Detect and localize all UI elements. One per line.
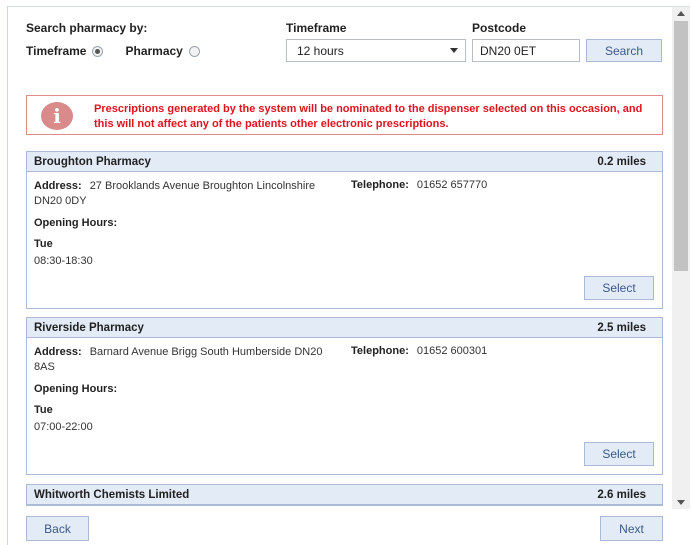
scroll-up-icon[interactable] [677, 11, 685, 16]
search-by-label: Search pharmacy by: [26, 21, 148, 35]
address-label: Address: [34, 180, 82, 192]
pharmacy-card-body: Address: 27 Brooklands Avenue Broughton L… [27, 172, 662, 308]
pharmacy-card-header: Whitworth Chemists Limited 2.6 miles [27, 485, 662, 505]
search-button[interactable]: Search [586, 39, 662, 62]
scroll-down-icon[interactable] [677, 500, 685, 505]
pharmacy-selection-dialog: Search pharmacy by: Timeframe Postcode T… [7, 6, 690, 545]
pharmacy-name: Broughton Pharmacy [34, 155, 151, 168]
pharmacy-card: Whitworth Chemists Limited 2.6 miles [26, 484, 663, 506]
timeframe-select[interactable]: 12 hours [286, 39, 466, 62]
select-pharmacy-button[interactable]: Select [584, 442, 654, 466]
pharmacy-card-header: Riverside Pharmacy 2.5 miles [27, 318, 662, 338]
vertical-scrollbar[interactable] [672, 7, 690, 509]
pharmacy-address: Address: Barnard Avenue Brigg South Humbe… [34, 345, 334, 375]
pharmacy-name: Riverside Pharmacy [34, 321, 144, 334]
warning-banner: i Prescriptions generated by the system … [26, 95, 663, 135]
pharmacy-card: Broughton Pharmacy 0.2 miles Address: 27 … [26, 151, 663, 309]
chevron-down-icon [450, 48, 458, 53]
opening-hours-label: Opening Hours: [34, 383, 118, 395]
telephone-label: Telephone: [351, 345, 409, 357]
select-pharmacy-button[interactable]: Select [584, 276, 654, 300]
dialog-footer: Back Next [8, 509, 690, 545]
opening-day: Tue [34, 238, 53, 250]
postcode-label: Postcode [472, 21, 527, 35]
opening-hours-label: Opening Hours: [34, 217, 118, 229]
radio-timeframe[interactable] [92, 45, 104, 57]
timeframe-select-value: 12 hours [297, 44, 344, 58]
scrollbar-thumb[interactable] [674, 21, 688, 271]
pharmacy-telephone: Telephone: 01652 600301 [351, 345, 487, 357]
radio-pharmacy[interactable] [188, 45, 200, 57]
pharmacy-telephone: Telephone: 01652 657770 [351, 179, 487, 191]
pharmacy-scroll-area: Search pharmacy by: Timeframe Postcode T… [8, 7, 672, 509]
pharmacy-distance: 0.2 miles [597, 155, 646, 168]
pharmacy-card-header: Broughton Pharmacy 0.2 miles [27, 152, 662, 172]
timeframe-label: Timeframe [286, 21, 347, 35]
radio-timeframe-label: Timeframe [26, 44, 87, 58]
postcode-input[interactable]: DN20 0ET [472, 39, 580, 62]
back-button[interactable]: Back [26, 516, 89, 541]
info-icon: i [41, 102, 73, 130]
pharmacy-distance: 2.6 miles [597, 488, 646, 501]
pharmacy-distance: 2.5 miles [597, 321, 646, 334]
pharmacy-card: Riverside Pharmacy 2.5 miles Address: Bar… [26, 317, 663, 475]
next-button[interactable]: Next [600, 516, 663, 541]
radio-pharmacy-label: Pharmacy [125, 44, 183, 58]
pharmacy-address: Address: 27 Brooklands Avenue Broughton L… [34, 179, 334, 209]
warning-text: Prescriptions generated by the system wi… [94, 103, 643, 130]
telephone-value: 01652 657770 [416, 179, 488, 191]
opening-day: Tue [34, 404, 53, 416]
opening-hours-value: 08:30-18:30 [34, 255, 93, 267]
telephone-value: 01652 600301 [416, 345, 488, 357]
opening-hours-value: 07:00-22:00 [34, 421, 93, 433]
telephone-label: Telephone: [351, 179, 409, 191]
search-mode-radios: Timeframe Pharmacy [26, 44, 200, 58]
pharmacy-card-body: Address: Barnard Avenue Brigg South Humbe… [27, 338, 662, 474]
pharmacy-name: Whitworth Chemists Limited [34, 488, 190, 501]
address-label: Address: [34, 346, 82, 358]
